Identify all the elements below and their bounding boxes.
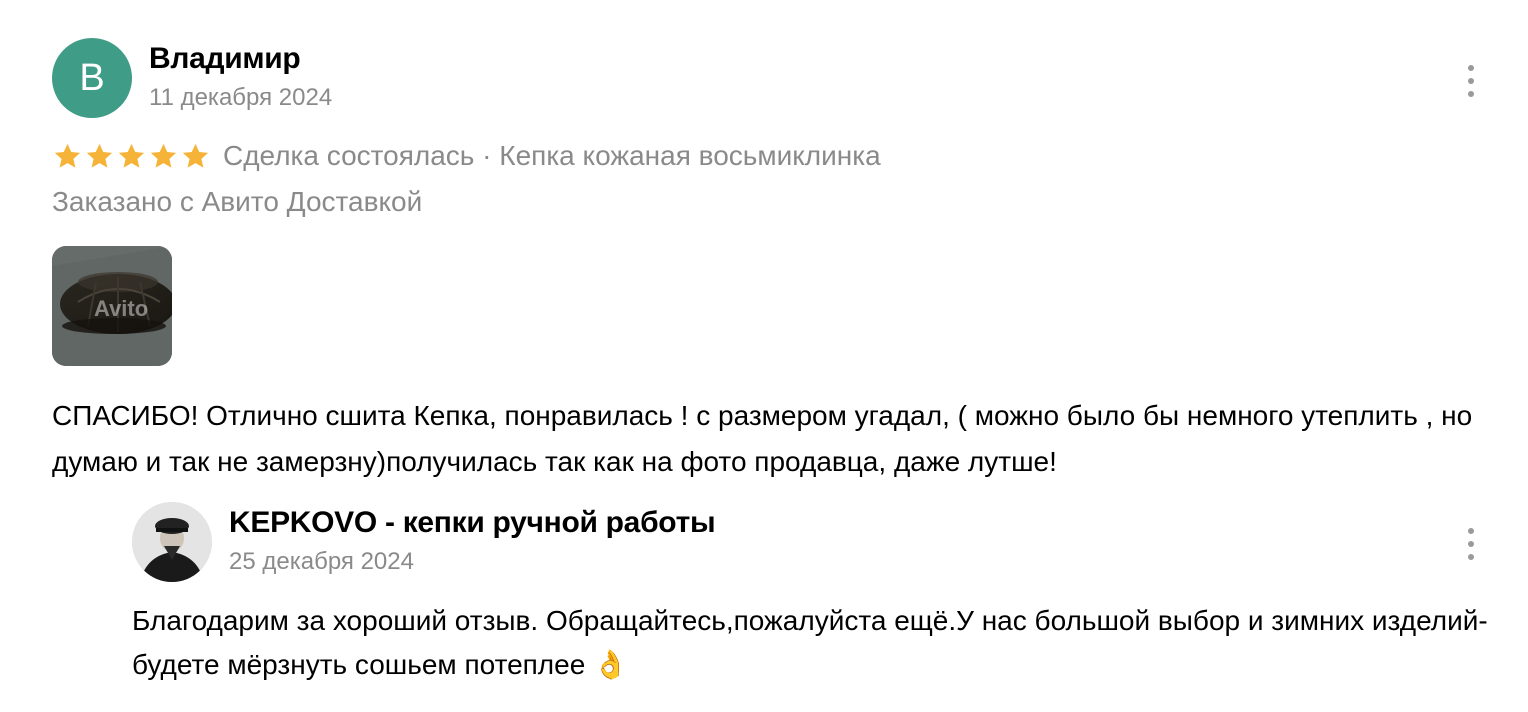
review-date: 11 декабря 2024: [149, 84, 333, 111]
delivery-note: Заказано с Авито Доставкой: [52, 186, 423, 217]
review-text: СПАСИБО! Отлично сшита Кепка, понравилас…: [52, 400, 1473, 477]
star-icon: [86, 143, 113, 168]
star-icon: [150, 143, 177, 168]
seller-name[interactable]: KEPKOVO - кепки ручной работы: [229, 506, 716, 540]
star-icon: [54, 143, 81, 168]
star-rating: [52, 141, 211, 172]
review-photo[interactable]: Avito: [52, 246, 172, 366]
kebab-menu-icon[interactable]: [1465, 65, 1477, 97]
seller-avatar[interactable]: [132, 502, 212, 582]
avatar[interactable]: В: [52, 38, 132, 118]
deal-status: Сделка состоялась · Кепка кожаная восьми…: [223, 140, 881, 171]
review-card: В Владимир 11 декабря 2024 Сделка состоя…: [0, 0, 1528, 712]
author-name[interactable]: Владимир: [149, 42, 301, 76]
star-icon: [182, 143, 209, 168]
rating-line: Сделка состоялась · Кепка кожаная восьми…: [52, 138, 881, 174]
reply-text: Благодарим за хороший отзыв. Обращайтесь…: [132, 605, 1488, 680]
photo-watermark: Avito: [94, 296, 149, 321]
seller-avatar-image: [132, 502, 212, 582]
reply-date: 25 декабря 2024: [229, 548, 414, 575]
star-icon: [118, 143, 145, 168]
kebab-menu-icon[interactable]: [1465, 528, 1477, 560]
